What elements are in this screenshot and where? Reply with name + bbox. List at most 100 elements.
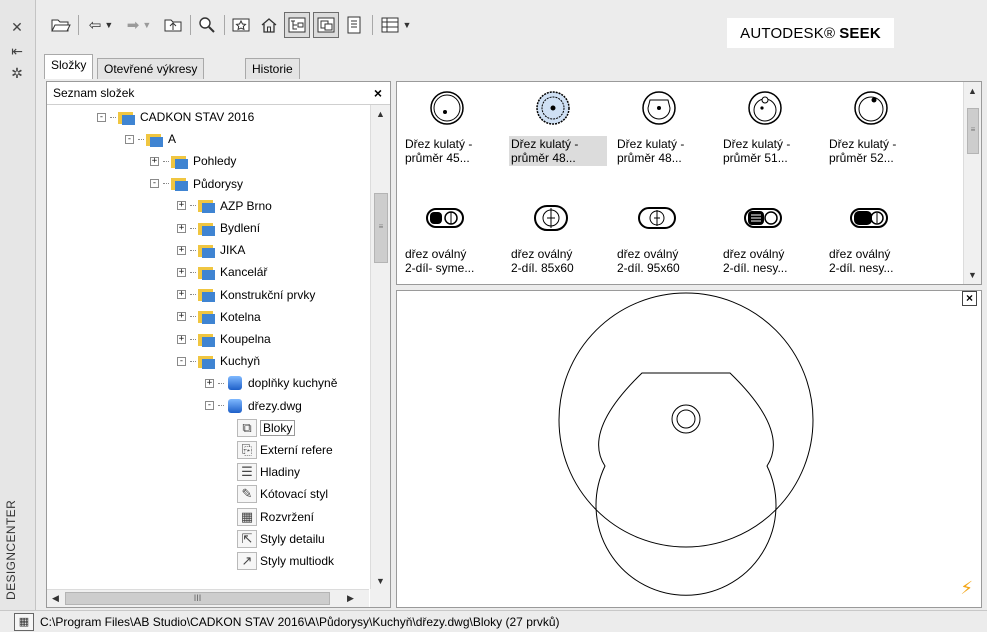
drawing-file-icon [226,375,244,391]
autodesk-seek-button[interactable]: AUTODESK® SEEK [727,18,894,48]
tree-folder-item[interactable]: + AZP Brno [177,195,272,217]
expand-icon[interactable]: + [177,312,186,322]
block-thumbnail[interactable]: dřez oválný 2-díl. 95x60 [615,198,715,298]
tree-item-label: Bydlení [220,221,261,235]
tree-folder-item[interactable]: - Kuchyň [177,350,260,372]
sink-block-icon [743,198,783,238]
preview-close-icon[interactable]: × [962,291,977,306]
tree-folder-item[interactable]: + Kancelář [177,261,267,283]
brand-text: AUTODESK® [740,24,836,42]
collapse-icon[interactable]: - [125,134,134,144]
search-icon[interactable] [195,12,219,38]
tree-folder-item[interactable]: + Koupelna [177,328,271,350]
tab-open-drawings[interactable]: Otevřené výkresy [97,58,205,79]
tree-item-label: dřezy.dwg [248,398,302,413]
sink-block-icon [637,198,677,238]
sink-block-icon [851,88,891,128]
tab-folders[interactable]: Složky [44,54,94,79]
tree-leaf-item[interactable]: ☰ Hladiny [237,461,300,483]
favorites-icon[interactable] [229,12,253,38]
expand-icon[interactable]: + [177,290,186,300]
tree-folder-item[interactable]: - Půdorysy [150,173,243,195]
thumbnails-vscrollbar[interactable]: ▲ ≡ ▼ [963,82,981,284]
collapse-icon[interactable]: - [150,179,159,189]
sink-block-icon [639,88,679,128]
expand-icon[interactable]: + [150,156,159,166]
block-thumbnail[interactable]: Dřez kulatý - průměr 51... [721,88,821,188]
preview-panel: × ⚡ [396,290,982,608]
label-line-2: 2-díl. 85x60 [511,261,574,275]
pin-icon[interactable]: ⇤ [10,44,24,58]
tree-folder-item[interactable]: + Pohledy [150,150,236,172]
tree-folder-item[interactable]: + JIKA [177,239,245,261]
label-line-2: průměr 48... [511,151,576,165]
tree-leaf-item[interactable]: ↗ Styly multiodk [237,550,334,572]
tree-leaf-item[interactable]: ▦ Rozvržení [237,506,314,528]
folder-icon [171,154,189,169]
block-thumbnail[interactable]: Dřez kulatý - průměr 48... [615,88,715,188]
tree-folder-item[interactable]: + Bydlení [177,217,260,239]
home-icon[interactable] [257,12,281,38]
label-line-2: průměr 45... [405,151,470,165]
block-thumbnail[interactable]: dřez oválný 2-díl- syme... [403,198,503,298]
close-icon[interactable]: ✕ [10,20,24,34]
hscroll-thumb[interactable]: III [65,592,330,605]
folder-view-icon: ▦ [14,612,34,631]
tree-leaf-item[interactable]: ⇱ Styly detailu [237,528,325,550]
block-thumbnail-label: dřez oválný 2-díl. 85x60 [509,246,607,276]
tree-item-label: AZP Brno [220,198,272,213]
preview-toggle-icon[interactable] [313,12,339,38]
tree-item-label: Bloky [260,419,296,436]
tree-item-label: Rozvržení [260,509,315,524]
block-thumbnail-label: Dřez kulatý - průměr 51... [721,136,819,166]
folder-icon [146,132,164,147]
tree-leaf-item[interactable]: ⧉ Bloky [237,417,296,439]
collapse-icon[interactable]: - [97,112,106,122]
block-thumbnail[interactable]: dřez oválný 2-díl. nesy... [827,198,927,298]
brand-bold-text: SEEK [839,24,881,42]
block-thumbnail[interactable]: dřez oválný 2-díl. nesy... [721,198,821,298]
tree-view-toggle-icon[interactable] [284,12,310,38]
block-thumbnail[interactable]: Dřez kulatý - průměr 52... [827,88,927,188]
block-thumbnail[interactable]: dřez oválný 2-díl. 85x60 [509,198,609,298]
tree-folder-item[interactable]: -A [125,128,176,150]
tree-item-label: CADKON STAV 2016 [140,110,255,124]
mleader-style-icon: ↗ [237,552,257,570]
tree-folder-item[interactable]: - CADKON STAV 2016 [97,106,254,128]
block-thumbnail-label: Dřez kulatý - průměr 48... [509,136,607,166]
tree-leaf-item[interactable]: ✎ Kótovací styl [237,483,328,505]
expand-icon[interactable]: + [177,267,186,277]
forward-icon[interactable]: ➡ ▼ [122,12,156,38]
collapse-icon[interactable]: - [205,401,214,411]
vscroll-thumb[interactable]: ≡ [374,193,388,263]
expand-icon[interactable]: + [177,334,186,344]
tree-folder-item[interactable]: + Kotelna [177,306,261,328]
expand-icon[interactable]: + [177,223,186,233]
label-line-2: 2-díl- syme... [405,261,475,275]
load-icon[interactable] [50,12,72,38]
tree-leaf-item[interactable]: ⎘ Externí refere [237,439,333,461]
folder-tree-hscrollbar[interactable]: ◀ III ▶ [47,589,369,607]
properties-icon[interactable]: ✲ [10,66,24,80]
detail-style-icon: ⇱ [237,529,257,548]
folder-icon [118,110,136,125]
tree-folder-item[interactable]: + doplňky kuchyně [205,372,337,394]
collapse-icon[interactable]: - [177,356,186,366]
back-icon[interactable]: ⇦ ▼ [84,12,118,38]
block-thumbnail[interactable]: Dřez kulatý - průměr 48... [509,88,609,188]
views-icon[interactable]: ▼ [378,12,414,38]
tab-history[interactable]: Historie [245,58,300,79]
folder-tree-vscrollbar[interactable]: ▲ ≡ ▼ [370,105,390,590]
expand-icon[interactable]: + [177,245,186,255]
expand-icon[interactable]: + [177,201,186,211]
folder-icon [198,221,216,236]
thumbnails-vscroll-thumb[interactable]: ≡ [967,108,979,154]
expand-icon[interactable]: + [205,378,214,388]
folder-list-close-icon[interactable]: × [374,85,382,101]
up-icon[interactable] [161,12,185,38]
tree-folder-item[interactable]: + Konstrukční prvky [177,284,315,306]
block-thumbnail[interactable]: Dřez kulatý - průměr 45... [403,88,503,188]
label-line-1: Dřez kulatý - [617,137,685,151]
description-toggle-icon[interactable] [342,12,366,38]
tree-folder-item[interactable]: - dřezy.dwg [205,395,302,417]
